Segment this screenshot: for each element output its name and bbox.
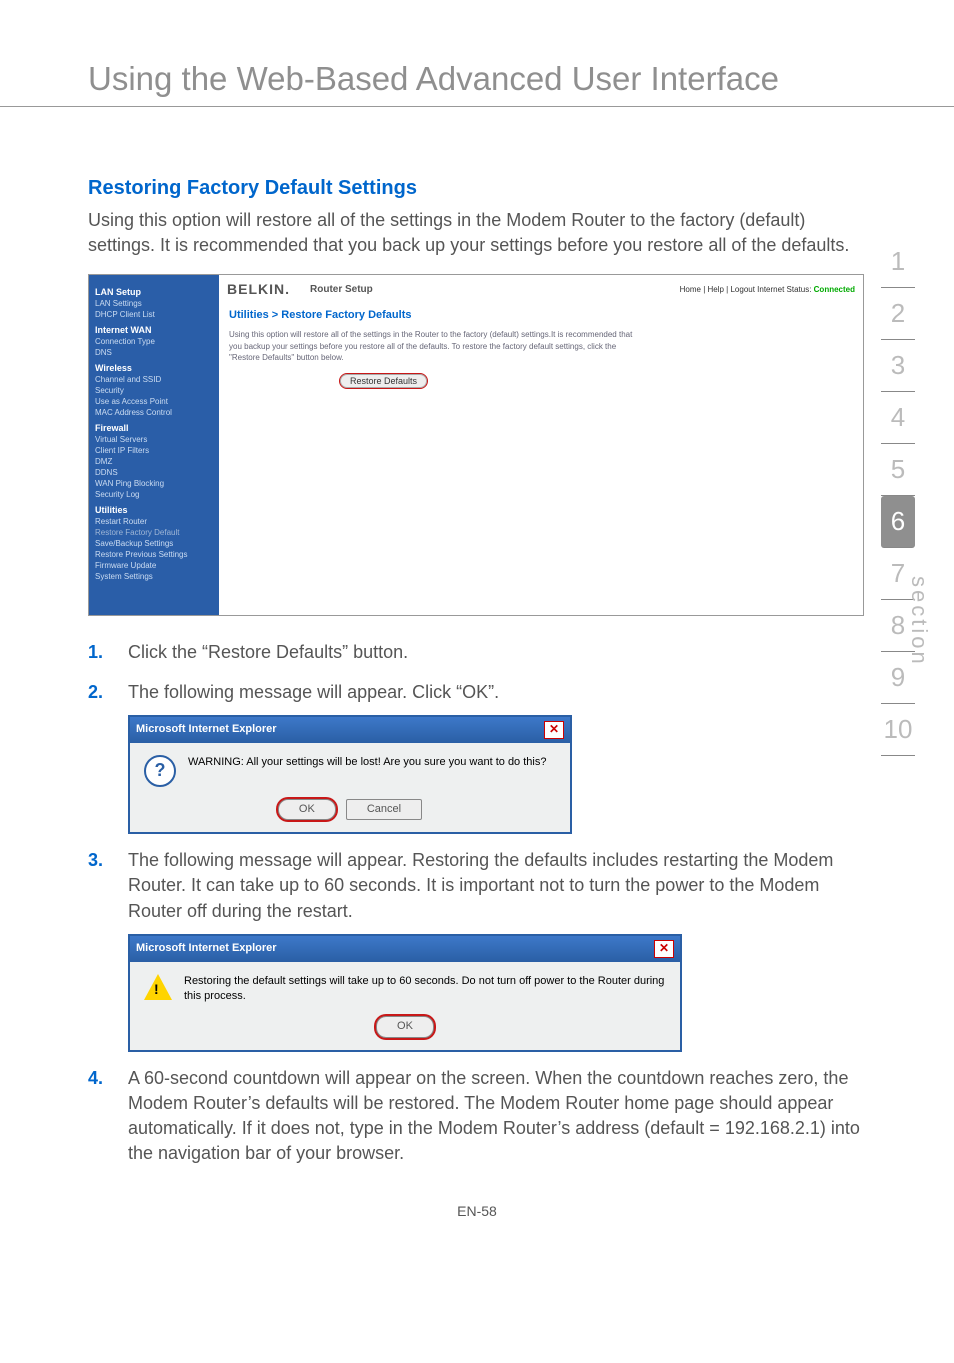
step-number: 3.	[88, 848, 110, 873]
question-icon: ?	[144, 755, 176, 787]
internet-status-value: Connected	[814, 285, 855, 294]
sidebar-item[interactable]: Restore Factory Default	[95, 528, 213, 537]
sidebar-item[interactable]: Connection Type	[95, 337, 213, 346]
sidebar-item[interactable]: DNS	[95, 348, 213, 357]
page-title: Using the Web-Based Advanced User Interf…	[0, 60, 954, 107]
section-nav-item[interactable]: 6	[881, 496, 915, 548]
belkin-logo: BELKIN.	[227, 281, 290, 297]
ok-button[interactable]: OK	[278, 799, 336, 820]
router-top-links-text[interactable]: Home | Help | Logout Internet Status:	[680, 285, 812, 294]
intro-paragraph: Using this option will restore all of th…	[88, 208, 864, 258]
sidebar-item[interactable]: Use as Access Point	[95, 397, 213, 406]
close-icon[interactable]: ✕	[654, 940, 674, 958]
step-number: 4.	[88, 1066, 110, 1091]
sidebar-item[interactable]: MAC Address Control	[95, 408, 213, 417]
sidebar-category: Utilities	[95, 505, 213, 515]
router-top-title: Router Setup	[310, 284, 373, 295]
dialog-message: Restoring the default settings will take…	[184, 974, 666, 1005]
dialog-message: WARNING: All your settings will be lost!…	[188, 755, 546, 770]
step-text: Click the “Restore Defaults” button.	[128, 640, 864, 665]
step-4: 4. A 60-second countdown will appear on …	[88, 1066, 864, 1167]
section-nav: section 12345678910	[868, 236, 928, 756]
sidebar-category: LAN Setup	[95, 287, 213, 297]
section-nav-item[interactable]: 4	[881, 392, 915, 444]
section-nav-item[interactable]: 10	[881, 704, 915, 756]
sidebar-item[interactable]: DHCP Client List	[95, 310, 213, 319]
sidebar-item[interactable]: Security Log	[95, 490, 213, 499]
step-text: The following message will appear. Resto…	[128, 850, 833, 920]
sidebar-item[interactable]: DMZ	[95, 457, 213, 466]
warning-icon	[144, 974, 172, 1000]
steps-list: 1. Click the “Restore Defaults” button. …	[88, 640, 864, 1166]
section-heading: Restoring Factory Default Settings	[88, 177, 864, 200]
sidebar-item[interactable]: WAN Ping Blocking	[95, 479, 213, 488]
section-nav-item[interactable]: 2	[881, 288, 915, 340]
router-description: Using this option will restore all of th…	[219, 327, 649, 373]
dialog-title: Microsoft Internet Explorer	[136, 941, 277, 956]
section-nav-item[interactable]: 5	[881, 444, 915, 496]
section-nav-item[interactable]: 3	[881, 340, 915, 392]
step-2: 2. The following message will appear. Cl…	[88, 680, 864, 835]
sidebar-item[interactable]: System Settings	[95, 572, 213, 581]
cancel-button[interactable]: Cancel	[346, 799, 422, 820]
step-number: 1.	[88, 640, 110, 665]
sidebar-item[interactable]: Virtual Servers	[95, 435, 213, 444]
ok-button[interactable]: OK	[376, 1016, 434, 1037]
step-3: 3. The following message will appear. Re…	[88, 848, 864, 1052]
sidebar-item[interactable]: Restore Previous Settings	[95, 550, 213, 559]
step-text: The following message will appear. Click…	[128, 682, 499, 702]
router-top-links: Home | Help | Logout Internet Status: Co…	[680, 285, 855, 294]
step-text: A 60-second countdown will appear on the…	[128, 1066, 864, 1167]
page-number: EN-58	[0, 1203, 954, 1219]
step-1: 1. Click the “Restore Defaults” button.	[88, 640, 864, 665]
sidebar-category: Firewall	[95, 423, 213, 433]
router-sidebar: LAN Setup LAN Settings DHCP Client List Int…	[89, 275, 219, 615]
sidebar-item[interactable]: Firmware Update	[95, 561, 213, 570]
section-nav-item[interactable]: 1	[881, 236, 915, 288]
sidebar-item[interactable]: Channel and SSID	[95, 375, 213, 384]
restore-defaults-button[interactable]: Restore Defaults	[339, 373, 428, 389]
sidebar-item[interactable]: Restart Router	[95, 517, 213, 526]
dialog-title: Microsoft Internet Explorer	[136, 722, 277, 737]
sidebar-category: Internet WAN	[95, 325, 213, 335]
sidebar-item[interactable]: LAN Settings	[95, 299, 213, 308]
sidebar-item[interactable]: Save/Backup Settings	[95, 539, 213, 548]
section-label: section	[906, 576, 932, 667]
close-icon[interactable]: ✕	[544, 721, 564, 739]
sidebar-item[interactable]: Client IP Filters	[95, 446, 213, 455]
sidebar-item[interactable]: DDNS	[95, 468, 213, 477]
ie-dialog-info: Microsoft Internet Explorer ✕ Restoring …	[128, 934, 682, 1052]
sidebar-item[interactable]: Security	[95, 386, 213, 395]
breadcrumb: Utilities > Restore Factory Defaults	[219, 303, 863, 327]
sidebar-category: Wireless	[95, 363, 213, 373]
step-number: 2.	[88, 680, 110, 705]
router-admin-screenshot: LAN Setup LAN Settings DHCP Client List Int…	[88, 274, 864, 616]
ie-dialog-warning: Microsoft Internet Explorer ✕ ? WARNING:…	[128, 715, 572, 834]
